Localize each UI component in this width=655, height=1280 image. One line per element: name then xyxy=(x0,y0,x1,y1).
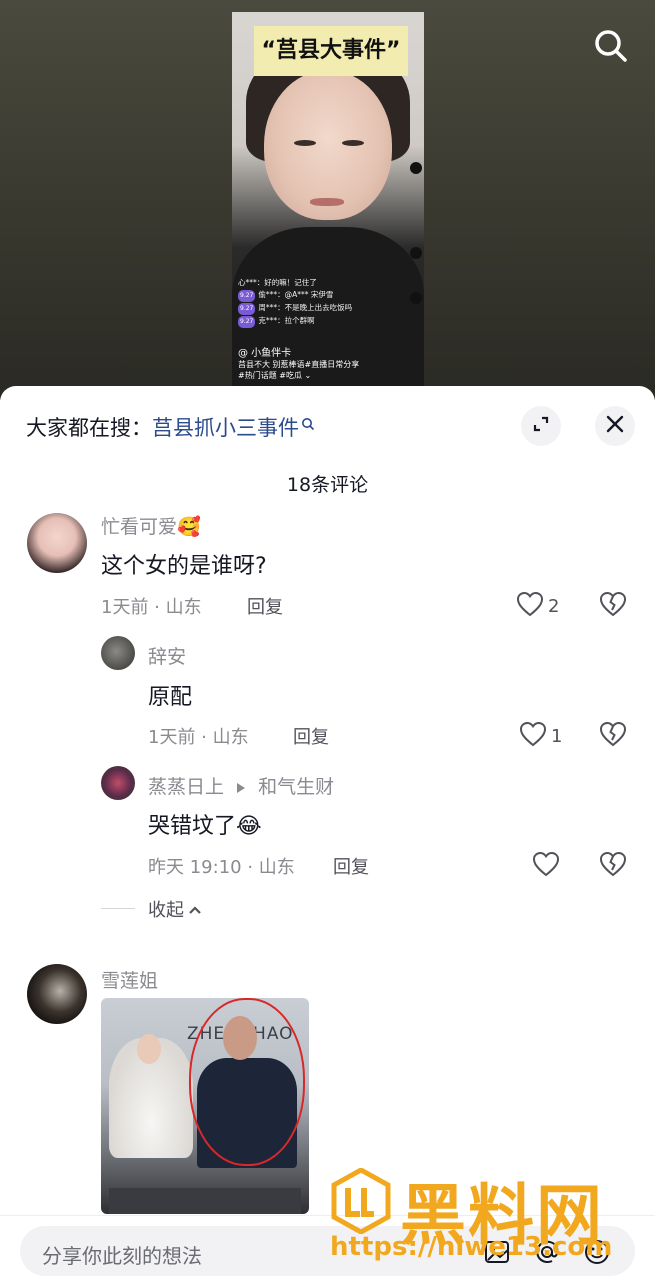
side-icon xyxy=(410,162,422,174)
heart-icon xyxy=(516,591,544,622)
photo-bride-head xyxy=(137,1034,161,1064)
dislike-button[interactable] xyxy=(599,721,627,751)
video-tags: @ 小鱼伴卡 莒县不大 别惹棒语#直播日常分享 #热门话题 #吃瓜 ⌄ xyxy=(238,348,418,381)
expand-button[interactable] xyxy=(521,406,561,446)
heart-icon xyxy=(519,721,547,752)
video-mention: @ 小鱼伴卡 xyxy=(238,348,292,359)
reply-button[interactable]: 回复 xyxy=(247,593,283,619)
collapse-label: 收起 xyxy=(148,900,184,921)
chevron-up-icon xyxy=(188,899,202,920)
comment-username[interactable]: 蒸蒸日上 xyxy=(148,776,224,798)
comment-text[interactable]: 这个女的是谁呀? xyxy=(101,548,267,580)
comment-input-bar: 分享你此刻的想法 xyxy=(0,1215,655,1280)
like-button[interactable] xyxy=(532,851,560,882)
emoji-icon[interactable] xyxy=(583,1238,611,1270)
comment-text[interactable]: 原配 xyxy=(148,679,192,711)
comment-input[interactable]: 分享你此刻的想法 xyxy=(20,1226,635,1276)
comment-username-row: 蒸蒸日上 和气生财 xyxy=(148,772,334,799)
comment-username[interactable]: 忙看可爱🥰 xyxy=(101,512,201,539)
input-actions xyxy=(483,1238,611,1270)
video-thumbnail[interactable]: “莒县大事件” 心***：好的嘛！记住了 9.27 偷***：@A*** 宋伊雪 … xyxy=(232,12,424,392)
comment-meta: 昨天 19:10 · 山东 xyxy=(148,857,295,878)
live-chat: 心***：好的嘛！记住了 9.27 偷***：@A*** 宋伊雪 9.27 周***… xyxy=(238,277,416,328)
side-icon xyxy=(410,247,422,259)
video-tags-line: 莒县不大 别惹棒语#直播日常分享 xyxy=(238,360,360,369)
broken-heart-icon xyxy=(599,851,627,881)
avatar[interactable] xyxy=(27,964,87,1024)
comment-meta: 1天前 · 山东 xyxy=(148,727,249,748)
comment-input-placeholder: 分享你此刻的想法 xyxy=(42,1244,202,1268)
chat-line: 9.27 克***：拉个群啊 xyxy=(238,315,416,328)
video-mouth xyxy=(310,198,344,206)
like-count: 1 xyxy=(551,726,563,747)
close-button[interactable] xyxy=(595,406,635,446)
video-tags-line: #热门话题 #吃瓜 ⌄ xyxy=(238,371,312,380)
comment-meta: 1天前 · 山东 xyxy=(101,597,202,618)
collapse-replies-button[interactable]: 收起 xyxy=(148,896,202,922)
heart-icon xyxy=(532,851,560,882)
video-thumb-title: “莒县大事件” xyxy=(254,26,408,76)
at-mention-icon[interactable] xyxy=(533,1238,561,1270)
chat-line: 心***：好的嘛！记住了 xyxy=(238,278,317,287)
red-circle-annotation xyxy=(189,998,305,1166)
comment-sheet: 大家都在搜：莒县抓小三事件 18条评论 忙看可爱🥰 这个女的是谁呀? 1天前 ·… xyxy=(0,386,655,1280)
comment-username[interactable]: 辞安 xyxy=(148,642,186,669)
reply-arrow-icon xyxy=(236,777,246,799)
broken-heart-icon xyxy=(599,591,627,621)
chat-line: 9.27 周***：不是晚上出去吃饭吗 xyxy=(238,302,416,315)
reply-button[interactable]: 回复 xyxy=(293,723,329,749)
broken-heart-icon xyxy=(599,721,627,751)
like-button[interactable]: 2 xyxy=(516,591,559,622)
dislike-button[interactable] xyxy=(599,591,627,621)
avatar[interactable] xyxy=(101,636,135,670)
comment-text[interactable]: 哭错坟了😂 xyxy=(148,808,262,840)
comment-image[interactable]: ZHENGHAO xyxy=(101,998,309,1214)
image-icon[interactable] xyxy=(483,1238,511,1270)
expand-icon xyxy=(531,414,551,438)
avatar[interactable] xyxy=(27,513,87,573)
photo-dark-strip xyxy=(109,1188,301,1214)
hot-search[interactable]: 大家都在搜：莒县抓小三事件 xyxy=(26,412,315,442)
video-eye xyxy=(342,140,364,146)
hot-search-prefix: 大家都在搜： xyxy=(26,416,152,440)
like-count: 2 xyxy=(548,596,560,617)
dislike-button[interactable] xyxy=(599,851,627,881)
like-button[interactable]: 1 xyxy=(519,721,562,752)
collapse-divider xyxy=(101,908,135,909)
search-icon[interactable] xyxy=(591,26,631,66)
chat-line: 9.27 偷***：@A*** 宋伊雪 xyxy=(238,289,416,302)
video-eye xyxy=(294,140,316,146)
reply-button[interactable]: 回复 xyxy=(333,853,369,879)
close-icon xyxy=(605,414,625,438)
comment-count: 18条评论 xyxy=(286,474,369,496)
comment-username[interactable]: 雪莲姐 xyxy=(101,966,158,993)
reply-to-username[interactable]: 和气生财 xyxy=(258,776,334,798)
hot-search-keyword[interactable]: 莒县抓小三事件 xyxy=(152,416,299,440)
search-icon xyxy=(301,412,315,436)
video-preview-area[interactable]: “莒县大事件” 心***：好的嘛！记住了 9.27 偷***：@A*** 宋伊雪 … xyxy=(0,0,655,400)
avatar[interactable] xyxy=(101,766,135,800)
